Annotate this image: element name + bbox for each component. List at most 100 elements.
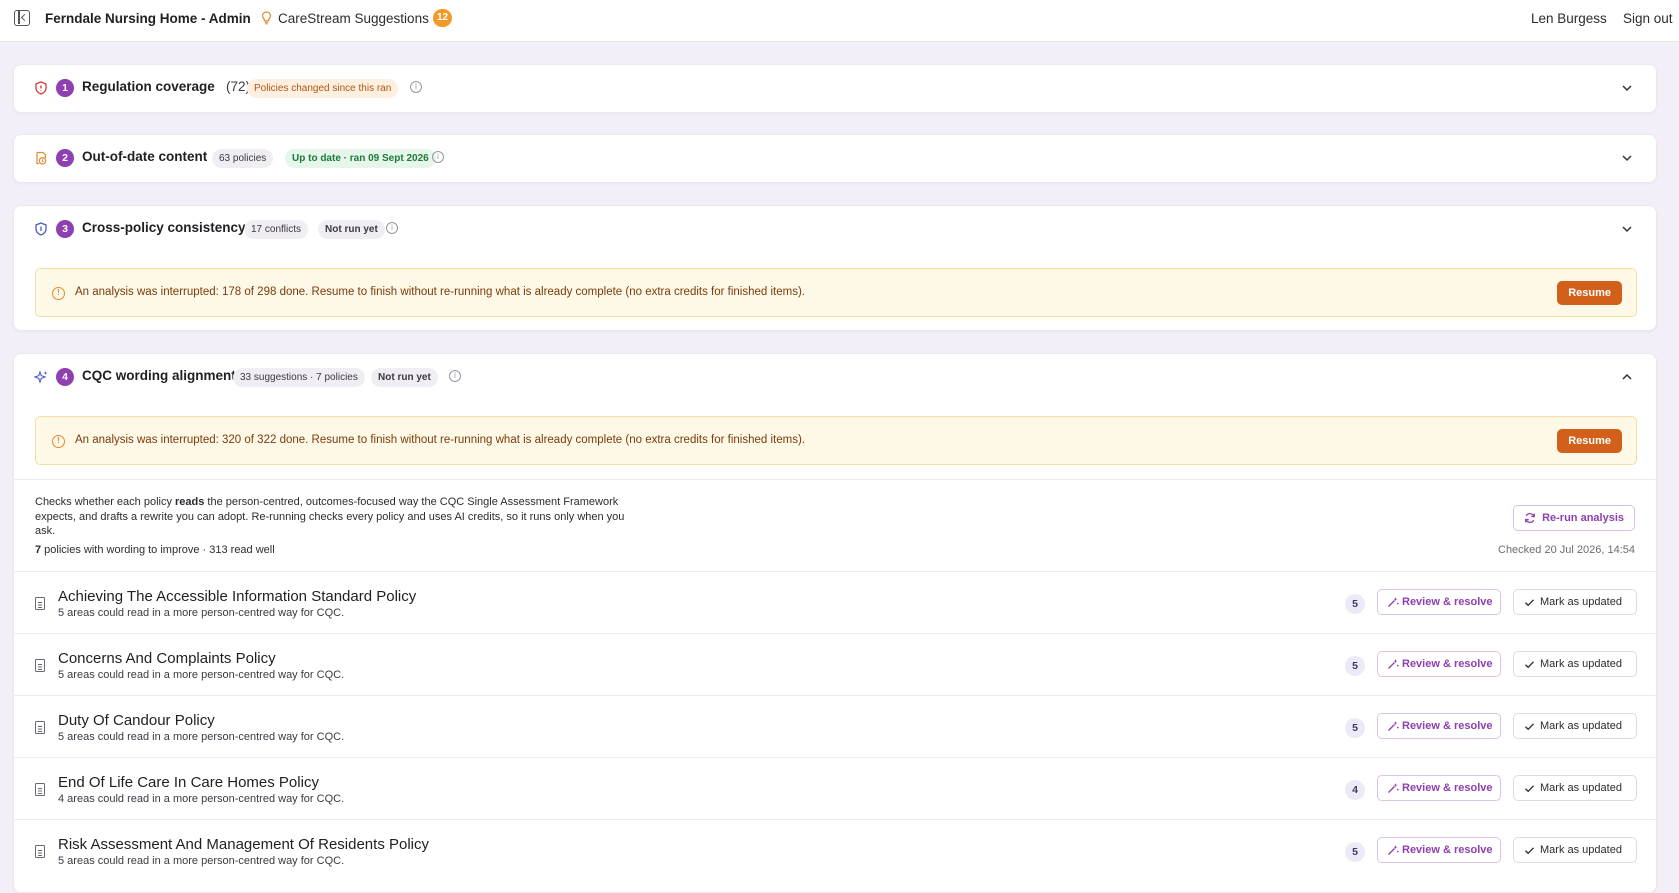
sidebar-toggle-icon[interactable]	[14, 10, 30, 26]
info-icon[interactable]: i	[410, 81, 422, 93]
policy-row: Risk Assessment And Management Of Reside…	[14, 820, 1656, 882]
policy-title[interactable]: Achieving The Accessible Information Sta…	[58, 588, 416, 605]
mark-label: Mark as updated	[1540, 596, 1622, 608]
check-icon	[1525, 785, 1535, 793]
resume-button[interactable]: Resume	[1557, 281, 1622, 305]
top-bar: Ferndale Nursing Home - Admin CareStream…	[0, 0, 1679, 42]
wand-icon	[1388, 721, 1399, 731]
sparkles-icon	[34, 370, 48, 384]
document-icon	[35, 783, 45, 796]
mark-as-updated-button[interactable]: Mark as updated	[1513, 589, 1637, 615]
policy-count-badge: 63 policies	[212, 149, 274, 168]
suggestion-count-badge: 5	[1345, 656, 1365, 676]
policy-title[interactable]: End Of Life Care In Care Homes Policy	[58, 774, 319, 791]
mark-as-updated-button[interactable]: Mark as updated	[1513, 651, 1637, 677]
suggestion-count-badge: 5	[1345, 718, 1365, 738]
interrupted-alert: ! An analysis was interrupted: 320 of 32…	[35, 416, 1637, 465]
mark-label: Mark as updated	[1540, 720, 1622, 732]
info-icon[interactable]: i	[432, 151, 444, 163]
section-cqc-wording-alignment: 4 CQC wording alignment 33 suggestions ·…	[13, 353, 1657, 893]
mark-as-updated-button[interactable]: Mark as updated	[1513, 837, 1637, 863]
policy-title[interactable]: Risk Assessment And Management Of Reside…	[58, 836, 429, 853]
resume-button[interactable]: Resume	[1557, 429, 1622, 453]
suggestion-count-badge: 5	[1345, 842, 1365, 862]
section-number: 2	[56, 149, 74, 167]
section-header[interactable]: 1 Regulation coverage (72) Policies chan…	[14, 65, 1656, 113]
divider	[14, 479, 1656, 480]
mark-as-updated-button[interactable]: Mark as updated	[1513, 775, 1637, 801]
review-resolve-button[interactable]: Review & resolve	[1377, 651, 1501, 677]
policy-title[interactable]: Duty Of Candour Policy	[58, 712, 215, 729]
review-label: Review & resolve	[1402, 782, 1493, 794]
refresh-icon	[1525, 512, 1536, 524]
review-resolve-button[interactable]: Review & resolve	[1377, 775, 1501, 801]
shield-alert-icon	[35, 81, 47, 95]
status-badge: Not run yet	[371, 368, 438, 387]
document-icon	[35, 721, 45, 734]
section-cross-policy-consistency: 3 Cross-policy consistency 17 conflicts …	[13, 205, 1657, 331]
sign-out-link[interactable]: Sign out	[1623, 11, 1673, 26]
alert-icon: !	[52, 435, 65, 448]
review-resolve-button[interactable]: Review & resolve	[1377, 713, 1501, 739]
alert-icon: !	[52, 287, 65, 300]
mark-label: Mark as updated	[1540, 658, 1622, 670]
wand-icon	[1388, 659, 1399, 669]
review-label: Review & resolve	[1402, 658, 1493, 670]
interrupted-alert: ! An analysis was interrupted: 178 of 29…	[35, 268, 1637, 317]
section-regulation-coverage: 1 Regulation coverage (72) Policies chan…	[13, 64, 1657, 113]
alert-text: An analysis was interrupted: 178 of 298 …	[75, 286, 805, 298]
policy-subtitle: 5 areas could read in a more person-cent…	[58, 607, 345, 619]
mark-label: Mark as updated	[1540, 844, 1622, 856]
checked-timestamp: Checked 20 Jul 2026, 14:54	[1498, 544, 1635, 556]
mark-label: Mark as updated	[1540, 782, 1622, 794]
rerun-label: Re-run analysis	[1542, 512, 1624, 524]
check-icon	[1525, 723, 1535, 731]
suggestions-link[interactable]: CareStream Suggestions	[278, 11, 429, 26]
section-number: 4	[56, 368, 74, 386]
mark-as-updated-button[interactable]: Mark as updated	[1513, 713, 1637, 739]
summary-rest: policies with wording to improve · 313 r…	[41, 544, 275, 556]
chevron-down-icon[interactable]	[1620, 81, 1634, 95]
policy-subtitle: 5 areas could read in a more person-cent…	[58, 855, 345, 867]
shield-check-icon	[35, 222, 47, 236]
policy-row: Concerns And Complaints Policy 5 areas co…	[14, 634, 1656, 696]
section-title: Cross-policy consistency	[82, 220, 246, 235]
section-header[interactable]: 4 CQC wording alignment 33 suggestions ·…	[14, 354, 1656, 402]
review-resolve-button[interactable]: Review & resolve	[1377, 589, 1501, 615]
clock-document-icon	[36, 151, 47, 165]
suggestion-count-badge: 4	[1345, 780, 1365, 800]
review-label: Review & resolve	[1402, 596, 1493, 608]
review-resolve-button[interactable]: Review & resolve	[1377, 837, 1501, 863]
policy-row: Duty Of Candour Policy 5 areas could read…	[14, 696, 1656, 758]
suggestions-count-badge: 12	[433, 9, 453, 27]
suggestions-badge: 33 suggestions · 7 policies	[233, 368, 365, 387]
section-title: Regulation coverage	[82, 79, 215, 94]
document-icon	[35, 597, 45, 610]
check-icon	[1525, 661, 1535, 669]
policy-subtitle: 5 areas could read in a more person-cent…	[58, 731, 345, 743]
review-label: Review & resolve	[1402, 844, 1493, 856]
conflicts-badge: 17 conflicts	[244, 220, 309, 239]
rerun-analysis-button[interactable]: Re-run analysis	[1513, 505, 1635, 531]
check-icon	[1525, 599, 1535, 607]
section-header[interactable]: 2 Out-of-date content 63 policies Up to …	[14, 135, 1656, 183]
status-badge: Policies changed since this ran	[247, 79, 399, 98]
app-title: Ferndale Nursing Home - Admin	[45, 11, 251, 26]
section-description: Checks whether each policy reads the per…	[35, 495, 635, 539]
section-out-of-date-content: 2 Out-of-date content 63 policies Up to …	[13, 134, 1657, 183]
chevron-down-icon[interactable]	[1620, 151, 1634, 165]
chevron-up-icon[interactable]	[1620, 370, 1634, 384]
chevron-down-icon[interactable]	[1620, 222, 1634, 236]
check-icon	[1525, 847, 1535, 855]
info-icon[interactable]: i	[449, 370, 461, 382]
status-badge: Not run yet	[318, 220, 385, 239]
wand-icon	[1388, 845, 1399, 855]
section-title: CQC wording alignment	[82, 368, 236, 383]
policy-title[interactable]: Concerns And Complaints Policy	[58, 650, 276, 667]
info-icon[interactable]: i	[386, 222, 398, 234]
user-name[interactable]: Len Burgess	[1531, 11, 1607, 26]
section-header[interactable]: 3 Cross-policy consistency 17 conflicts …	[14, 206, 1656, 254]
document-icon	[35, 845, 45, 858]
review-label: Review & resolve	[1402, 720, 1493, 732]
description-emphasis: reads	[175, 496, 205, 508]
